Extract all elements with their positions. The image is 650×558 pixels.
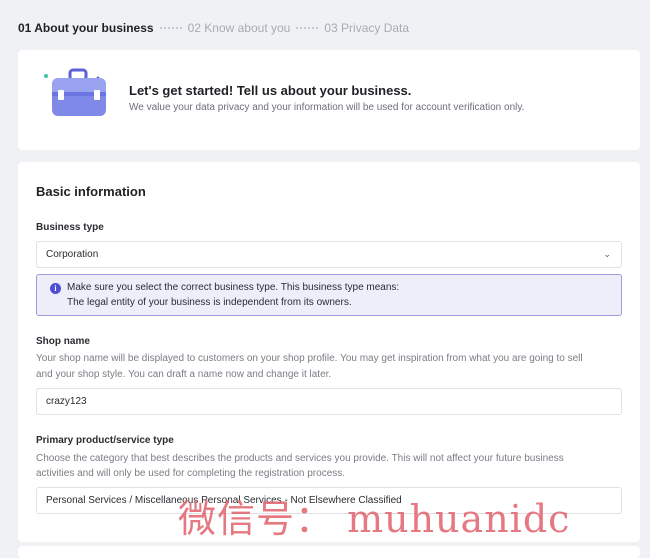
primary-product-help-line1: Choose the category that best describes … <box>36 453 564 464</box>
briefcase-icon <box>44 68 106 116</box>
shop-name-input[interactable]: crazy123 <box>36 388 622 415</box>
primary-product-help-line2: activities and will only be used for com… <box>36 468 346 479</box>
step-about-business[interactable]: 01 About your business <box>18 21 154 35</box>
business-type-info-alert: i Make sure you select the correct busin… <box>36 274 622 316</box>
info-text-line2: The legal entity of your business is ind… <box>67 297 352 308</box>
step-separator <box>296 27 319 29</box>
basic-information-card: Basic information Business type Corporat… <box>18 162 640 542</box>
intro-title: Let's get started! Tell us about your bu… <box>129 83 412 98</box>
intro-card: Let's get started! Tell us about your bu… <box>18 50 640 150</box>
business-type-select[interactable]: Corporation ⌄ <box>36 241 622 268</box>
chevron-down-icon: ⌄ <box>603 249 611 259</box>
shop-name-label: Shop name <box>36 336 90 347</box>
watermark-text: 微信号： muhuanidc <box>178 497 571 541</box>
business-type-value: Corporation <box>46 249 99 260</box>
step-privacy-data[interactable]: 03 Privacy Data <box>324 21 409 35</box>
progress-steps: 01 About your business 02 Know about you… <box>18 18 409 38</box>
step-separator <box>159 27 182 29</box>
step-know-about-you[interactable]: 02 Know about you <box>188 21 291 35</box>
business-type-label: Business type <box>36 222 104 233</box>
intro-subtitle: We value your data privacy and your info… <box>129 102 525 113</box>
shop-name-help-line2: and your shop style. You can draft a nam… <box>36 369 332 380</box>
shop-name-help-line1: Your shop name will be displayed to cust… <box>36 353 583 364</box>
info-text-line1: Make sure you select the correct busines… <box>67 282 400 293</box>
info-icon: i <box>50 283 61 294</box>
section-title: Basic information <box>36 184 146 199</box>
primary-product-label: Primary product/service type <box>36 435 174 446</box>
next-card-edge <box>18 546 640 558</box>
